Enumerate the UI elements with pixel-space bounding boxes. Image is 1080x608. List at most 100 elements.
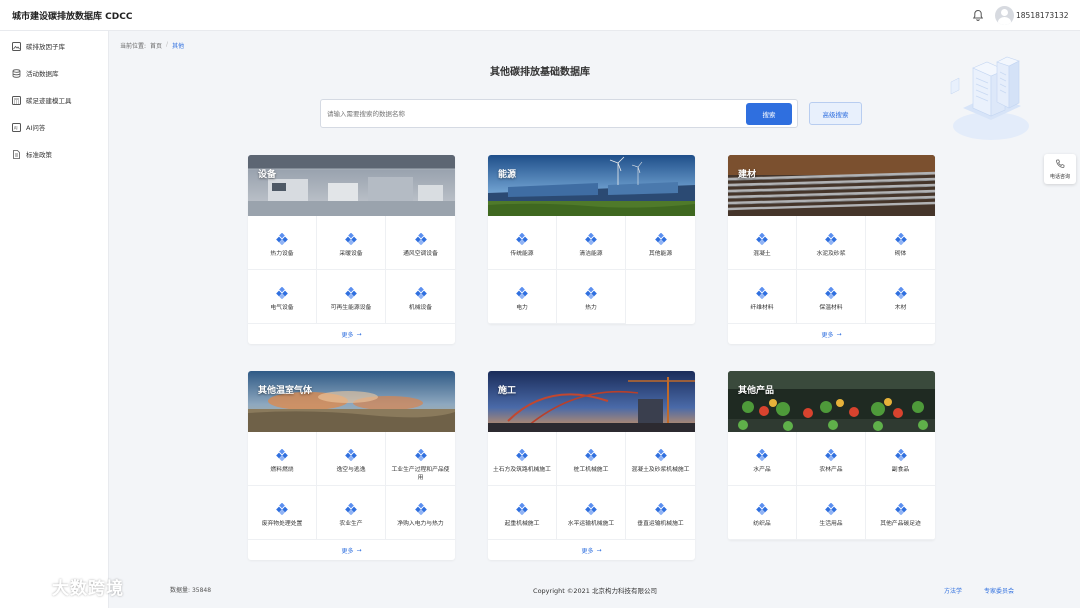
molecule-icon (345, 503, 357, 515)
category-item-label: 废弃物处理处置 (261, 521, 303, 527)
category-item[interactable]: 砌体 (866, 216, 935, 270)
category-item[interactable]: 机械设备 (386, 270, 455, 324)
card-banner-energy: 能源 (488, 155, 695, 216)
footer-link-methodology[interactable]: 方法学 (944, 586, 962, 595)
advanced-search-button[interactable]: 高级搜索 (809, 102, 862, 125)
card-grid: 水产品 农林产品 副食品 纺织品 生活用品 其他产品碳足迹 (728, 432, 935, 540)
category-item-label: 农林产品 (819, 467, 843, 473)
category-item-label: 起重机械施工 (504, 521, 540, 527)
category-item[interactable]: 起重机械施工 (488, 486, 557, 540)
molecule-icon (825, 233, 837, 245)
category-item[interactable]: 电力 (488, 270, 557, 324)
category-item[interactable]: 其他能源 (626, 216, 695, 270)
category-item[interactable]: 可再生能源设备 (317, 270, 386, 324)
category-item[interactable]: 纤维材料 (728, 270, 797, 324)
sidebar-item-carbon-footprint-tool[interactable]: 碳足迹建模工具 (12, 93, 72, 107)
other-ghg-banner-image (248, 371, 455, 432)
category-item[interactable]: 其他产品碳足迹 (866, 486, 935, 540)
category-item[interactable]: 木材 (866, 270, 935, 324)
molecule-icon (894, 287, 907, 299)
category-item[interactable]: 净购入电力与热力 (386, 486, 455, 540)
app-title: 城市建设碳排放数据库 CDCC (12, 12, 133, 22)
category-item[interactable]: 清洁能源 (557, 216, 626, 270)
bell-icon[interactable] (972, 9, 984, 21)
sidebar-item-standards-policy[interactable]: 标准政策 (12, 147, 52, 161)
category-item-label: 热力 (585, 305, 597, 311)
category-item[interactable]: 土石方及筑路机械施工 (488, 432, 557, 486)
category-item-label: 可再生能源设备 (330, 305, 372, 311)
sidebar: 碳排放因子库 活动数据库 碳足迹建模工具 AI AI问答 标准政策 (0, 31, 109, 608)
phone-consult-button[interactable]: 电话咨询 (1044, 154, 1076, 184)
category-item[interactable]: 水平运输机械施工 (557, 486, 626, 540)
molecule-icon (414, 449, 427, 461)
breadcrumb-home[interactable]: 首页 (150, 41, 162, 50)
more-label: 更多 (821, 331, 834, 339)
sidebar-item-ai-qa[interactable]: AI AI问答 (12, 120, 45, 134)
more-link[interactable]: 更多 → (728, 324, 935, 344)
category-item[interactable]: 燃料燃烧 (248, 432, 317, 486)
top-bar: 城市建设碳排放数据库 CDCC 18518173132 (0, 0, 1080, 31)
category-item[interactable]: 桩工机械施工 (557, 432, 626, 486)
category-item[interactable]: 生活用品 (797, 486, 866, 540)
avatar[interactable] (995, 6, 1014, 25)
category-item[interactable]: 垂直运输机械施工 (626, 486, 695, 540)
more-link[interactable]: 更多 → (248, 540, 455, 560)
category-item[interactable]: 副食品 (866, 432, 935, 486)
search-input[interactable] (327, 105, 737, 123)
more-link[interactable]: 更多 → (488, 540, 695, 560)
other-products-banner-image (728, 371, 935, 432)
search-box: 搜索 (320, 99, 798, 128)
molecule-icon (756, 503, 768, 515)
sidebar-item-factor-library[interactable]: 碳排放因子库 (12, 39, 65, 53)
card-title: 其他温室气体 (258, 386, 313, 396)
molecule-icon (414, 233, 427, 245)
category-item-label: 副食品 (891, 467, 910, 473)
molecule-icon (585, 503, 597, 515)
category-item-label: 电气设备 (270, 305, 294, 311)
category-item[interactable]: 热力设备 (248, 216, 317, 270)
card-title: 能源 (498, 170, 517, 180)
category-item[interactable]: 水产品 (728, 432, 797, 486)
footer-link-expert-committee[interactable]: 专家委员会 (984, 586, 1014, 595)
molecule-icon (516, 503, 528, 515)
category-item-label: 逸空与逃逸 (336, 467, 366, 473)
category-item[interactable]: 水泥及砂浆 (797, 216, 866, 270)
sidebar-item-label: 碳排放因子库 (26, 43, 65, 51)
molecule-icon (654, 449, 667, 461)
category-item-label: 水平运输机械施工 (567, 521, 615, 527)
category-item-label: 净购入电力与热力 (397, 521, 444, 527)
search-button[interactable]: 搜索 (746, 103, 792, 125)
molecule-icon (756, 449, 768, 461)
document-icon (13, 149, 20, 159)
molecule-icon (654, 233, 667, 245)
category-item[interactable]: 混凝土及砂浆机械施工 (626, 432, 695, 486)
category-card-building-materials: 建材 混凝土 水泥及砂浆 砌体 纤维材料 保温材料 木材 更多 → (728, 155, 935, 344)
category-item[interactable]: 混凝土 (728, 216, 797, 270)
category-item[interactable]: 农林产品 (797, 432, 866, 486)
category-item[interactable]: 纺织品 (728, 486, 797, 540)
molecule-icon (894, 449, 907, 461)
category-item[interactable]: 工业生产过程和产品使用 (386, 432, 455, 486)
category-item[interactable]: 逸空与逃逸 (317, 432, 386, 486)
category-item[interactable]: 电气设备 (248, 270, 317, 324)
category-item[interactable]: 通风空调设备 (386, 216, 455, 270)
svg-text:AI: AI (14, 125, 18, 130)
more-link[interactable]: 更多 → (248, 324, 455, 344)
arrow-right-icon: → (836, 330, 842, 338)
molecule-icon (276, 287, 288, 299)
category-item[interactable]: 热力 (557, 270, 626, 324)
category-item[interactable]: 废弃物处理处置 (248, 486, 317, 540)
category-item-label: 砌体 (894, 251, 907, 257)
category-item-label: 机械设备 (408, 305, 433, 311)
category-item[interactable]: 传统能源 (488, 216, 557, 270)
user-phone[interactable]: 18518173132 (1016, 11, 1069, 20)
sidebar-item-label: AI问答 (26, 124, 46, 132)
category-item[interactable]: 保温材料 (797, 270, 866, 324)
molecule-icon (345, 233, 357, 245)
sidebar-item-label: 标准政策 (26, 151, 52, 159)
arrow-right-icon: → (596, 546, 602, 554)
molecule-icon (825, 449, 837, 461)
category-item[interactable]: 农业生产 (317, 486, 386, 540)
breadcrumb-prefix: 当前位置: (120, 43, 147, 50)
category-item[interactable]: 采暖设备 (317, 216, 386, 270)
